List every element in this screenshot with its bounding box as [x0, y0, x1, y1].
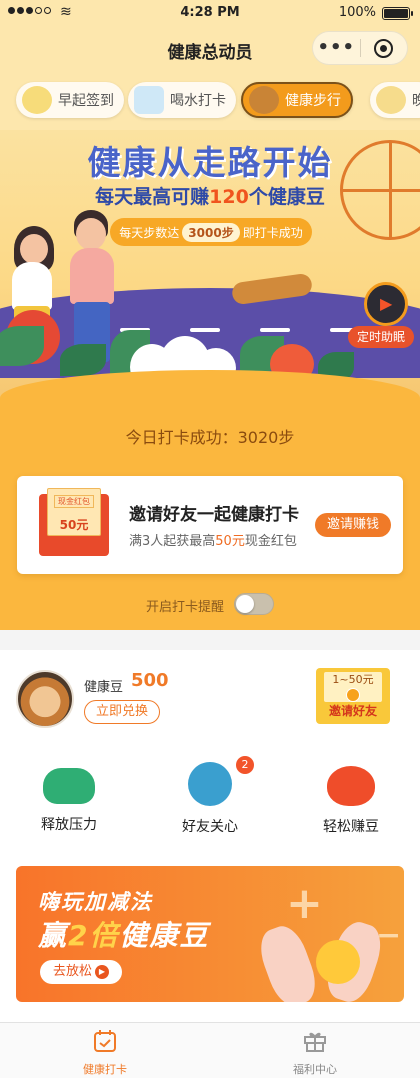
emoji-icon: [316, 940, 360, 984]
pill-steps: 3000步: [182, 222, 240, 242]
play-icon: ▶: [95, 965, 109, 979]
tab-label: 健康步行: [285, 93, 341, 109]
close-miniprogram-button[interactable]: [360, 38, 407, 58]
tab-label: 早起签到: [58, 93, 114, 109]
tab-label: 健康打卡: [83, 1063, 127, 1076]
reminder-toggle[interactable]: [234, 593, 274, 615]
category-tabs: 早起签到 喝水打卡 健康步行 晚: [0, 70, 420, 130]
promo-banner[interactable]: + − 嗨玩加减法 赢2倍健康豆 去放松 ▶: [16, 866, 404, 1002]
coin-icon: [346, 688, 360, 702]
invite-friends-envelope-button[interactable]: 1~50元 邀请好友: [316, 668, 390, 724]
tab-evening[interactable]: 晚: [370, 82, 420, 118]
feature-label: 释放压力: [41, 817, 97, 833]
invite-sub-prefix: 满3人起获最高: [129, 534, 216, 549]
promo-line2: 赢2倍健康豆: [38, 914, 210, 954]
banner-sub-highlight: 120: [209, 186, 249, 208]
tab-drink-water[interactable]: 喝水打卡: [128, 82, 236, 118]
tab-early-checkin[interactable]: 早起签到: [16, 82, 124, 118]
notification-badge: 2: [236, 756, 254, 774]
gift-icon: [304, 1032, 326, 1052]
moon-icon: [376, 86, 406, 114]
battery-icon: [382, 7, 413, 20]
more-button[interactable]: •••: [313, 33, 360, 63]
tab-label: 福利中心: [293, 1063, 337, 1076]
promo-line2-suffix: 健康豆: [119, 919, 210, 952]
invite-sub-highlight: 50元: [215, 534, 245, 549]
pill-prefix: 每天步数达: [119, 225, 180, 240]
invite-earn-button[interactable]: 邀请赚钱: [315, 513, 391, 537]
status-bar: ≋ 4:28 PM 100%: [0, 0, 420, 26]
red-envelope-icon: 现金红包 50元: [39, 488, 109, 556]
banner-sub-suffix: 个健康豆: [248, 186, 325, 208]
hero-banner: 健康从走路开始 每天最高可赚120个健康豆 每天步数达 3000步 即打卡成功: [0, 130, 420, 400]
gamepad-icon: [43, 768, 95, 804]
relax-button-label: 去放松: [52, 964, 92, 979]
feature-label: 好友关心: [182, 819, 238, 835]
beans-balance: 500: [131, 670, 169, 691]
banner-sub-prefix: 每天最高可赚: [95, 186, 210, 208]
chick-icon: [22, 86, 52, 114]
banner-title: 健康从走路开始: [87, 143, 333, 182]
invite-envelope-label: 邀请好友: [328, 704, 377, 718]
envelope-value: 50元: [59, 518, 89, 532]
avatar[interactable]: [16, 670, 74, 728]
envelope-tag: 现金红包: [54, 495, 94, 508]
battery-percent: 100%: [338, 5, 376, 20]
sleep-timer-label: 定时助眠: [348, 326, 414, 348]
sleep-timer-button[interactable]: 定时助眠: [348, 282, 414, 374]
tab-label: 喝水打卡: [170, 93, 226, 109]
reminder-label: 开启打卡提醒: [146, 600, 225, 615]
tab-healthy-walk[interactable]: 健康步行: [241, 82, 353, 118]
feature-relieve-stress[interactable]: 释放压力: [14, 762, 124, 834]
banner-subtitle: 每天最高可赚120个健康豆: [0, 182, 420, 209]
relax-button[interactable]: 去放松 ▶: [40, 960, 122, 984]
bean-icon: [327, 766, 375, 806]
invite-subtitle: 满3人起获最高50元现金红包: [129, 530, 297, 549]
calendar-check-icon: [94, 1030, 116, 1052]
beans-label: 健康豆: [84, 680, 124, 695]
tab-welfare-center[interactable]: 福利中心: [255, 1029, 375, 1077]
bottom-tab-bar: 健康打卡 福利中心: [0, 1022, 420, 1078]
promo-line2-prefix: 赢: [38, 919, 69, 952]
water-glass-icon: [134, 86, 164, 114]
invite-title: 邀请好友一起健康打卡: [129, 505, 299, 525]
redeem-button[interactable]: 立即兑换: [84, 700, 160, 724]
heart-icon: [188, 762, 232, 806]
invite-friends-card[interactable]: 现金红包 50元 邀请好友一起健康打卡 满3人起获最高50元现金红包 邀请赚钱: [17, 476, 403, 574]
tab-health-checkin[interactable]: 健康打卡: [45, 1029, 165, 1077]
promo-line2-highlight: 2倍: [68, 919, 120, 952]
pill-suffix: 即打卡成功: [242, 225, 303, 240]
today-checkin-status: 今日打卡成功：3020步: [125, 428, 295, 447]
nav-bar: 健康总动员 •••: [0, 26, 420, 70]
feature-label: 轻松赚豆: [323, 819, 379, 835]
promo-line1: 嗨玩加减法: [38, 890, 153, 914]
record-play-icon: [364, 282, 408, 326]
tab-label: 晚: [412, 93, 420, 109]
dog-icon: [249, 86, 279, 114]
banner-step-goal: 每天步数达 3000步 即打卡成功: [110, 218, 312, 246]
miniprogram-capsule: •••: [312, 31, 408, 65]
target-icon: [374, 38, 394, 58]
feature-earn-beans[interactable]: 轻松赚豆: [296, 762, 406, 836]
invite-sub-suffix: 现金红包: [244, 534, 297, 549]
